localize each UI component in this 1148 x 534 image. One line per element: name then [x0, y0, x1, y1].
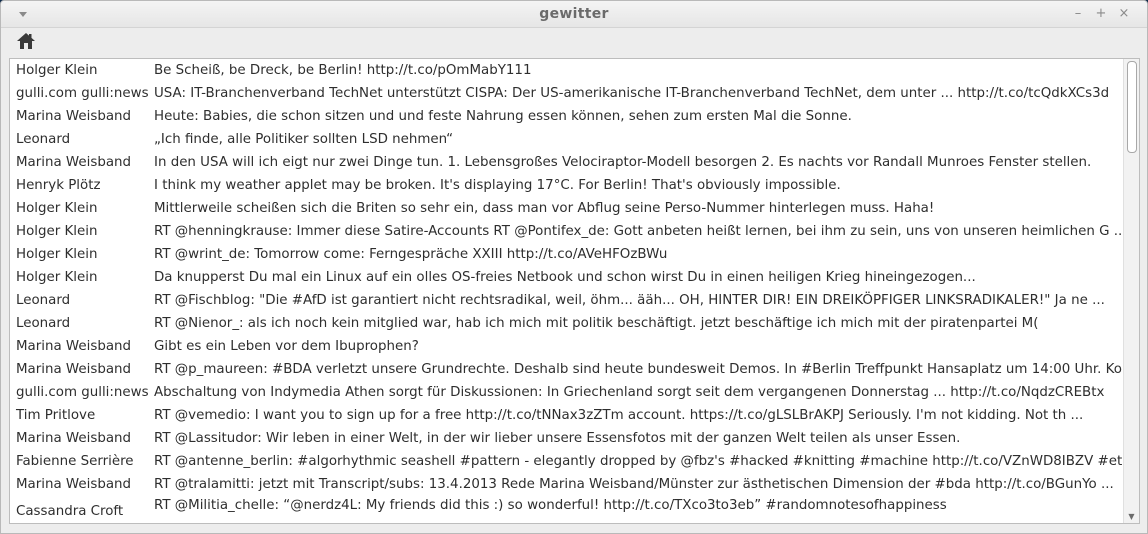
- tweet-author: Marina Weisband: [16, 155, 132, 170]
- tweet-text: RT @henningkrause: Immer diese Satire-Ac…: [154, 224, 1127, 239]
- tweet-author: Holger Klein: [16, 247, 98, 262]
- vertical-scrollbar[interactable]: ▲ ▼: [1123, 59, 1139, 523]
- tweet-text: „Ich finde, alle Politiker sollten LSD n…: [154, 132, 454, 147]
- tweet-author: Marina Weisband: [16, 109, 132, 124]
- maximize-button[interactable]: +: [1094, 7, 1108, 21]
- tweet-author: Fabienne Serrière: [16, 454, 134, 469]
- minimize-button[interactable]: –: [1071, 7, 1085, 21]
- tweet-author: Marina Weisband: [16, 477, 132, 492]
- tweet-list[interactable]: Holger Klein Be Scheiß, be Dreck, be Berl…: [9, 58, 1140, 524]
- window-bottom: [1, 524, 1147, 533]
- tweet-text: USA: IT-Branchenverband TechNet unterstü…: [154, 86, 1110, 101]
- tweet-text: Be Scheiß, be Dreck, be Berlin! http://t…: [154, 63, 532, 78]
- close-button[interactable]: ×: [1117, 7, 1131, 21]
- tweet-row[interactable]: Holger Klein Be Scheiß, be Dreck, be Berl…: [10, 59, 1125, 82]
- tweet-author: Marina Weisband: [16, 339, 132, 354]
- tweet-text: Abschaltung von Indymedia Athen sorgt fü…: [154, 385, 1105, 400]
- tweet-row[interactable]: Holger Klein Mittlerweile scheißen sich d…: [10, 197, 1125, 220]
- tweet-author: Leonard: [16, 293, 71, 308]
- tweet-author: Leonard: [16, 316, 71, 331]
- app-window: gewitter – + × Holger Klein Be Scheiß, be…: [0, 0, 1148, 534]
- tweet-text: Mittlerweile scheißen sich die Briten so…: [154, 201, 935, 216]
- tweet-text: RT @tralamitti: jetzt mit Transcript/sub…: [154, 477, 1114, 492]
- tweet-author: Holger Klein: [16, 270, 98, 285]
- scroll-down-icon[interactable]: ▼: [1124, 511, 1139, 523]
- tweet-row[interactable]: Leonard RT @Fischblog: "Die #AfD ist gara…: [10, 289, 1125, 312]
- tweet-author: Cassandra Croft: [16, 504, 124, 519]
- tweet-author: Holger Klein: [16, 63, 98, 78]
- tweet-row[interactable]: Marina Weisband Heute: Babies, die schon …: [10, 105, 1125, 128]
- tweet-text: In den USA will ich eigt nur zwei Dinge …: [154, 155, 1092, 170]
- tweet-text: RT @Lassitudor: Wir leben in einer Welt,…: [154, 431, 961, 446]
- tweet-row[interactable]: Holger Klein RT @henningkrause: Immer die…: [10, 220, 1127, 243]
- scrollbar-thumb[interactable]: [1127, 61, 1137, 153]
- tweet-text: RT @p_maureen: #BDA verletzt unsere Grun…: [154, 362, 1140, 377]
- tweet-row[interactable]: gulli.com gulli:news Abschaltung von Indy…: [10, 381, 1125, 404]
- tweet-author: Henryk Plötz: [16, 178, 101, 193]
- tweet-row[interactable]: Leonard RT @Nienor_: als ich noch kein mi…: [10, 312, 1125, 335]
- tweet-author: Holger Klein: [16, 224, 98, 239]
- tweet-row[interactable]: Marina Weisband RT @tralamitti: jetzt mit…: [10, 473, 1125, 496]
- tweet-row[interactable]: Tim Pritlove RT @vemedio: I want you to s…: [10, 404, 1125, 427]
- tweet-row[interactable]: Leonard „Ich finde, alle Politiker sollte…: [10, 128, 1125, 151]
- tweet-text: RT @Militia_chelle: “@nerdz4L: My friend…: [154, 498, 947, 513]
- tweet-row[interactable]: Marina Weisband Gibt es ein Leben vor dem…: [10, 335, 1125, 358]
- tweet-row[interactable]: Marina Weisband In den USA will ich eigt …: [10, 151, 1125, 174]
- tweet-row[interactable]: Holger Klein Da knupperst Du mal ein Linu…: [10, 266, 1125, 289]
- tweet-row[interactable]: Marina Weisband RT @p_maureen: #BDA verle…: [10, 358, 1139, 381]
- tweet-row[interactable]: gulli.com gulli:news USA: IT-Branchenverb…: [10, 82, 1125, 105]
- tweet-row[interactable]: Cassandra Croft RT @Militia_chelle: “@ner…: [10, 496, 1125, 523]
- tweet-author: Holger Klein: [16, 201, 98, 216]
- tweet-text: Gibt es ein Leben vor dem Ibuprophen?: [154, 339, 419, 354]
- home-icon: [17, 33, 35, 49]
- tweet-text: RT @wrint_de: Tomorrow come: Ferngespräc…: [154, 247, 668, 262]
- tweet-row[interactable]: Holger Klein RT @wrint_de: Tomorrow come:…: [10, 243, 1125, 266]
- tweet-author: Tim Pritlove: [16, 408, 96, 423]
- tweet-author: Leonard: [16, 132, 71, 147]
- tweet-author: Marina Weisband: [16, 362, 132, 377]
- tweet-text: RT @Nienor_: als ich noch kein mitglied …: [154, 316, 1039, 331]
- tweet-text: RT @vemedio: I want you to sign up for a…: [154, 408, 1084, 423]
- tweet-text: RT @Fischblog: "Die #AfD ist garantiert …: [154, 293, 1105, 308]
- tweet-row[interactable]: Marina Weisband RT @Lassitudor: Wir leben…: [10, 427, 1125, 450]
- tweet-text: Da knupperst Du mal ein Linux auf ein ol…: [154, 270, 976, 285]
- tweet-text: RT @antenne_berlin: #algorhythmic seashe…: [154, 454, 1140, 469]
- tweet-text: Heute: Babies, die schon sitzen und und …: [154, 109, 852, 124]
- title-bar[interactable]: gewitter – + ×: [1, 1, 1147, 28]
- tweet-author: gulli.com gulli:news: [16, 385, 149, 400]
- tweet-author: gulli.com gulli:news: [16, 86, 149, 101]
- home-button[interactable]: [15, 31, 39, 53]
- window-title: gewitter: [539, 6, 609, 22]
- tweet-author: Marina Weisband: [16, 431, 132, 446]
- toolbar: [1, 28, 1147, 58]
- tweet-row[interactable]: Henryk Plötz I think my weather applet ma…: [10, 174, 1125, 197]
- tweet-row[interactable]: Fabienne Serrière RT @antenne_berlin: #al…: [10, 450, 1139, 473]
- tweet-text: I think my weather applet may be broken.…: [154, 178, 841, 193]
